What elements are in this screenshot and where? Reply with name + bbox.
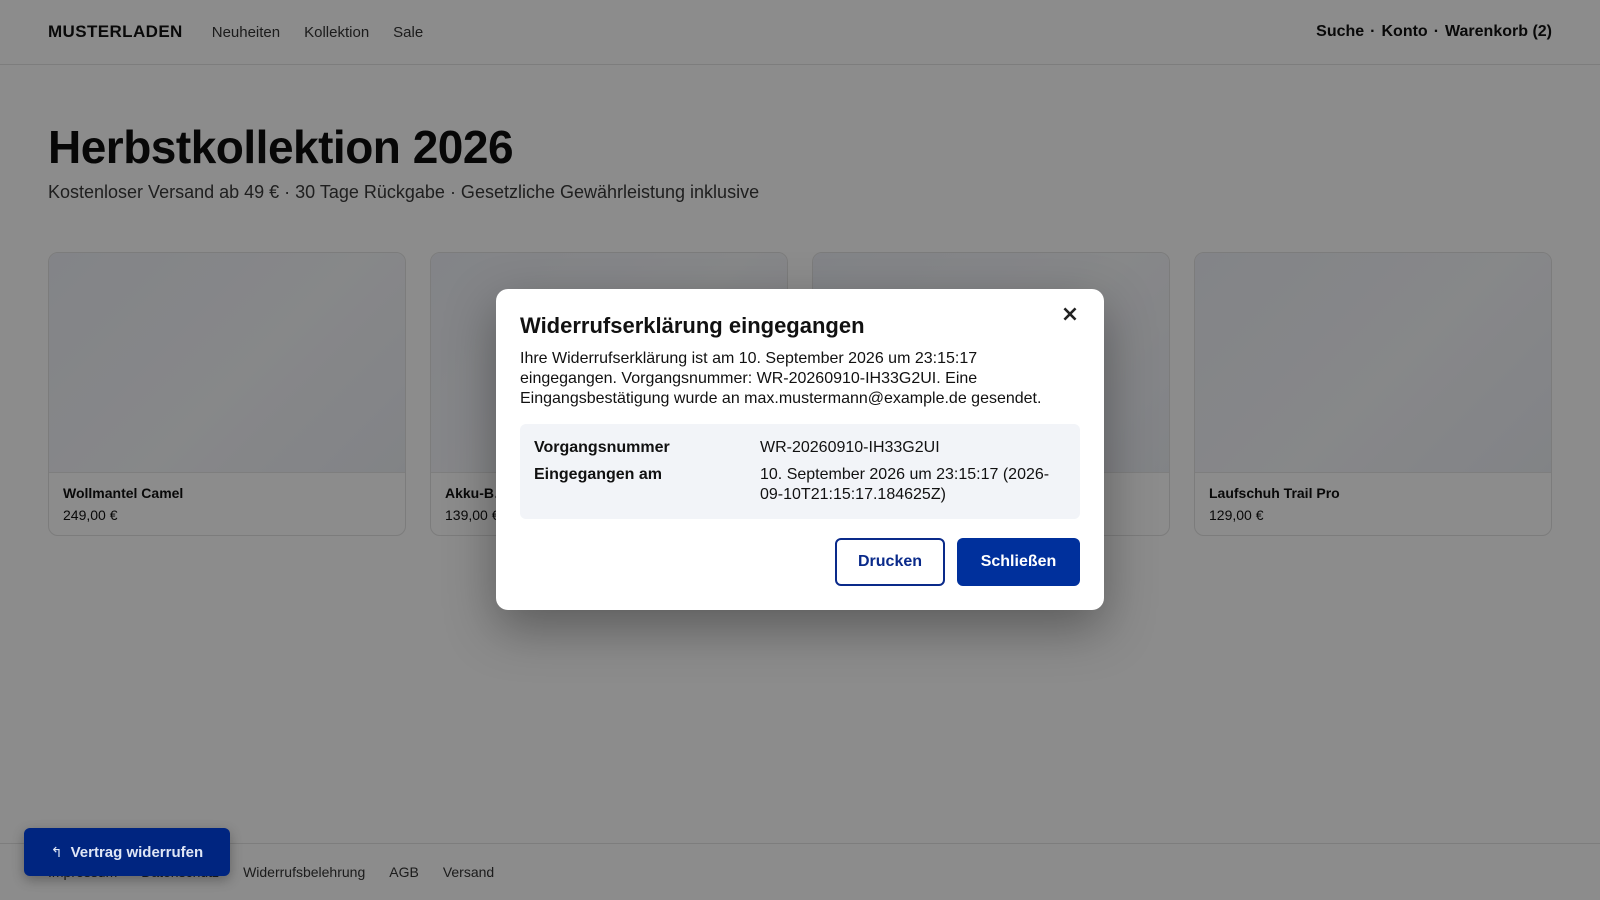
detail-row: Eingegangen am 10. September 2026 um 23:… [534, 465, 1066, 505]
received-timestamp: 10. September 2026 um 23:15:17 (2026-09-… [760, 466, 1050, 503]
reference-number: WR-20260910-IH33G2UI [760, 439, 940, 456]
print-button[interactable]: Drucken [835, 538, 945, 586]
detail-label: Eingegangen am [534, 466, 663, 483]
detail-label: Vorgangsnummer [534, 439, 670, 456]
close-button[interactable]: Schließen [957, 538, 1080, 586]
withdraw-contract-button[interactable]: ↰ Vertrag widerrufen [24, 828, 230, 876]
details-box: Vorgangsnummer WR-20260910-IH33G2UI Eing… [520, 424, 1080, 519]
close-icon[interactable]: × [1058, 303, 1082, 327]
dialog-message: Ihre Widerrufserklärung ist am 10. Septe… [520, 350, 1042, 407]
withdraw-contract-label: Vertrag widerrufen [70, 843, 204, 861]
dialog-title: Widerrufserklärung eingegangen [520, 313, 865, 338]
return-arrow-icon: ↰ [50, 843, 63, 860]
confirmation-dialog: × Widerrufserklärung eingegangen Ihre Wi… [496, 289, 1104, 610]
detail-row: Vorgangsnummer WR-20260910-IH33G2UI [534, 438, 1066, 458]
dialog-actions: Drucken Schließen [835, 538, 1080, 586]
